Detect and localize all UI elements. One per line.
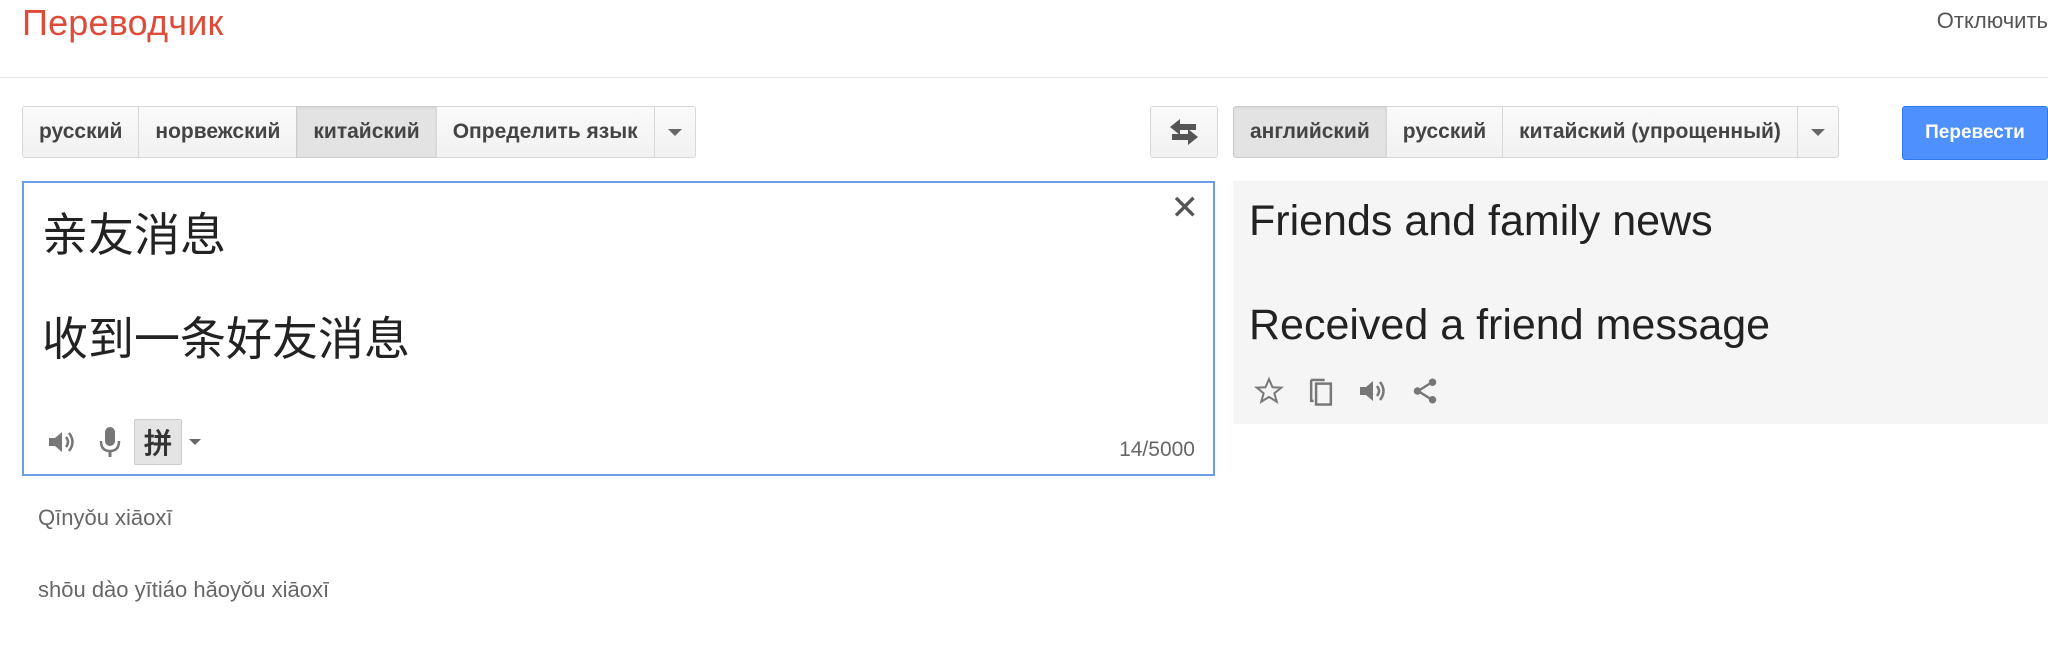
listen-translation-button[interactable]: [1351, 369, 1395, 413]
target-lang-chinese-simplified[interactable]: китайский (упрощенный): [1502, 106, 1797, 158]
source-toolbar: 拼: [38, 419, 208, 465]
translate-button[interactable]: Перевести: [1902, 106, 2048, 160]
result-text-line[interactable]: Received a friend message: [1249, 301, 1770, 350]
chevron-down-icon: [667, 128, 682, 136]
app-title[interactable]: Переводчик: [22, 2, 224, 44]
microphone-icon: [99, 427, 121, 457]
source-lang-russian[interactable]: русский: [22, 106, 139, 158]
listen-source-button[interactable]: [38, 420, 86, 464]
input-method-button[interactable]: 拼: [134, 419, 182, 465]
target-language-bar: английский русский китайский (упрощенный…: [1233, 106, 1839, 158]
target-lang-english[interactable]: английский: [1233, 106, 1386, 158]
star-button[interactable]: [1247, 369, 1291, 413]
copy-icon: [1309, 378, 1333, 406]
source-lang-norwegian[interactable]: норвежский: [138, 106, 297, 158]
source-lang-dropdown[interactable]: [653, 106, 696, 158]
header: Переводчик Отключить: [0, 0, 2048, 78]
clear-icon[interactable]: ✕: [1171, 191, 1200, 225]
input-method-dropdown[interactable]: [182, 420, 208, 464]
swap-languages-icon: [1170, 119, 1198, 145]
target-lang-dropdown[interactable]: [1796, 106, 1839, 158]
translation-result: Friends and family news Received a frien…: [1233, 181, 2048, 424]
speaker-icon: [1360, 381, 1385, 401]
result-toolbar: [1247, 369, 1447, 413]
romanization-line: shōu dào yītiáo hǎoyǒu xiāoxī: [38, 577, 330, 602]
share-button[interactable]: [1403, 369, 1447, 413]
source-language-bar: русский норвежский китайский Определить …: [22, 106, 696, 158]
share-icon: [1413, 378, 1437, 404]
character-count: 14/5000: [1119, 438, 1195, 461]
result-text-line[interactable]: Friends and family news: [1249, 197, 1713, 246]
star-icon: [1254, 376, 1284, 404]
copy-button[interactable]: [1299, 369, 1343, 413]
disable-link[interactable]: Отключить: [1937, 8, 2048, 34]
source-text-line: 收到一条好友消息: [42, 312, 410, 366]
source-text-line: 亲友消息: [42, 208, 226, 262]
target-lang-russian[interactable]: русский: [1385, 106, 1503, 158]
source-lang-detect[interactable]: Определить язык: [435, 106, 654, 158]
source-textarea[interactable]: 亲友消息 收到一条好友消息 ✕ 拼 14/5000: [22, 181, 1215, 476]
chevron-down-icon: [1810, 128, 1825, 136]
swap-languages-button[interactable]: [1150, 106, 1218, 158]
source-lang-chinese[interactable]: китайский: [296, 106, 436, 158]
speaker-icon: [49, 432, 74, 452]
chevron-down-icon: [189, 439, 201, 445]
voice-input-button[interactable]: [86, 420, 134, 464]
romanization-line: Qīnyǒu xiāoxī: [38, 505, 173, 530]
